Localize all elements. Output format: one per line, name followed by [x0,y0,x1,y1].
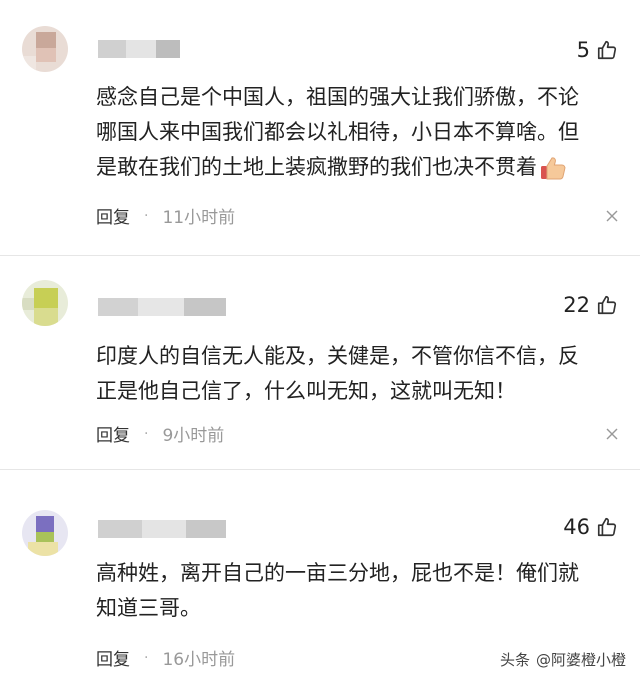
avatar[interactable] [22,510,68,556]
like-count: 46 [563,515,590,539]
thumb-up-icon [597,295,617,315]
reply-button[interactable]: 回复 [96,203,130,228]
comment-line-with-emoji: 是敢在我们的土地上装疯撒野的我们也决不贯着 [96,150,616,185]
like-count: 5 [576,38,590,62]
comment-line: 是敢在我们的土地上装疯撒野的我们也决不贯着 [96,155,537,179]
comment-line: 知道三哥。 [96,596,201,620]
thumb-up-icon [597,517,617,537]
avatar[interactable] [22,26,68,72]
comment-meta: 回复 · 9小时前 [96,421,225,447]
comment-text: 感念自己是个中国人，祖国的强大让我们骄傲，不论 哪国人来中国我们都会以礼相待，小… [96,80,616,185]
like-button[interactable]: 22 [563,293,618,317]
timestamp: 16小时前 [162,650,236,670]
reply-button[interactable]: 回复 [96,421,130,446]
source-watermark: 头条 @阿婆橙小橙 [500,649,626,670]
reply-button[interactable]: 回复 [96,645,130,670]
like-button[interactable]: 46 [563,515,618,539]
timestamp: 11小时前 [162,208,236,228]
avatar[interactable] [22,280,68,326]
comment-item: 22 印度人的自信无人能及，关健是，不管你信不信，反 正是他自己信了，什么叫无知… [0,256,640,470]
like-count: 22 [563,293,590,317]
username-blurred[interactable] [98,298,226,316]
separator-dot: · [144,207,149,224]
comment-text: 高种姓，离开自己的一亩三分地，屁也不是！俺们就 知道三哥。 [96,556,616,626]
comment-line: 高种姓，离开自己的一亩三分地，屁也不是！俺们就 [96,561,579,585]
comment-text: 印度人的自信无人能及，关健是，不管你信不信，反 正是他自己信了，什么叫无知，这就… [96,339,616,409]
comment-line: 感念自己是个中国人，祖国的强大让我们骄傲，不论 [96,85,579,109]
watermark-handle: @阿婆橙小橙 [535,651,626,669]
thumbs-up-emoji-icon [541,157,566,180]
like-button[interactable]: 5 [577,38,618,62]
comment-line: 正是他自己信了，什么叫无知，这就叫无知！ [96,379,516,403]
comment-meta: 回复 · 11小时前 [96,203,236,229]
close-icon[interactable] [606,210,618,222]
thumb-up-icon [597,40,617,60]
username-blurred[interactable] [98,520,226,538]
timestamp: 9小时前 [162,426,225,446]
comment-line: 印度人的自信无人能及，关健是，不管你信不信，反 [96,344,579,368]
watermark-source: 头条 [499,651,530,669]
close-icon[interactable] [606,428,618,440]
separator-dot: · [144,425,149,442]
separator-dot: · [144,649,149,666]
comment-item: 5 感念自己是个中国人，祖国的强大让我们骄傲，不论 哪国人来中国我们都会以礼相待… [0,0,640,256]
comment-line: 哪国人来中国我们都会以礼相待，小日本不算啥。但 [96,120,579,144]
comment-meta: 回复 · 16小时前 [96,645,236,671]
username-blurred[interactable] [98,40,180,58]
